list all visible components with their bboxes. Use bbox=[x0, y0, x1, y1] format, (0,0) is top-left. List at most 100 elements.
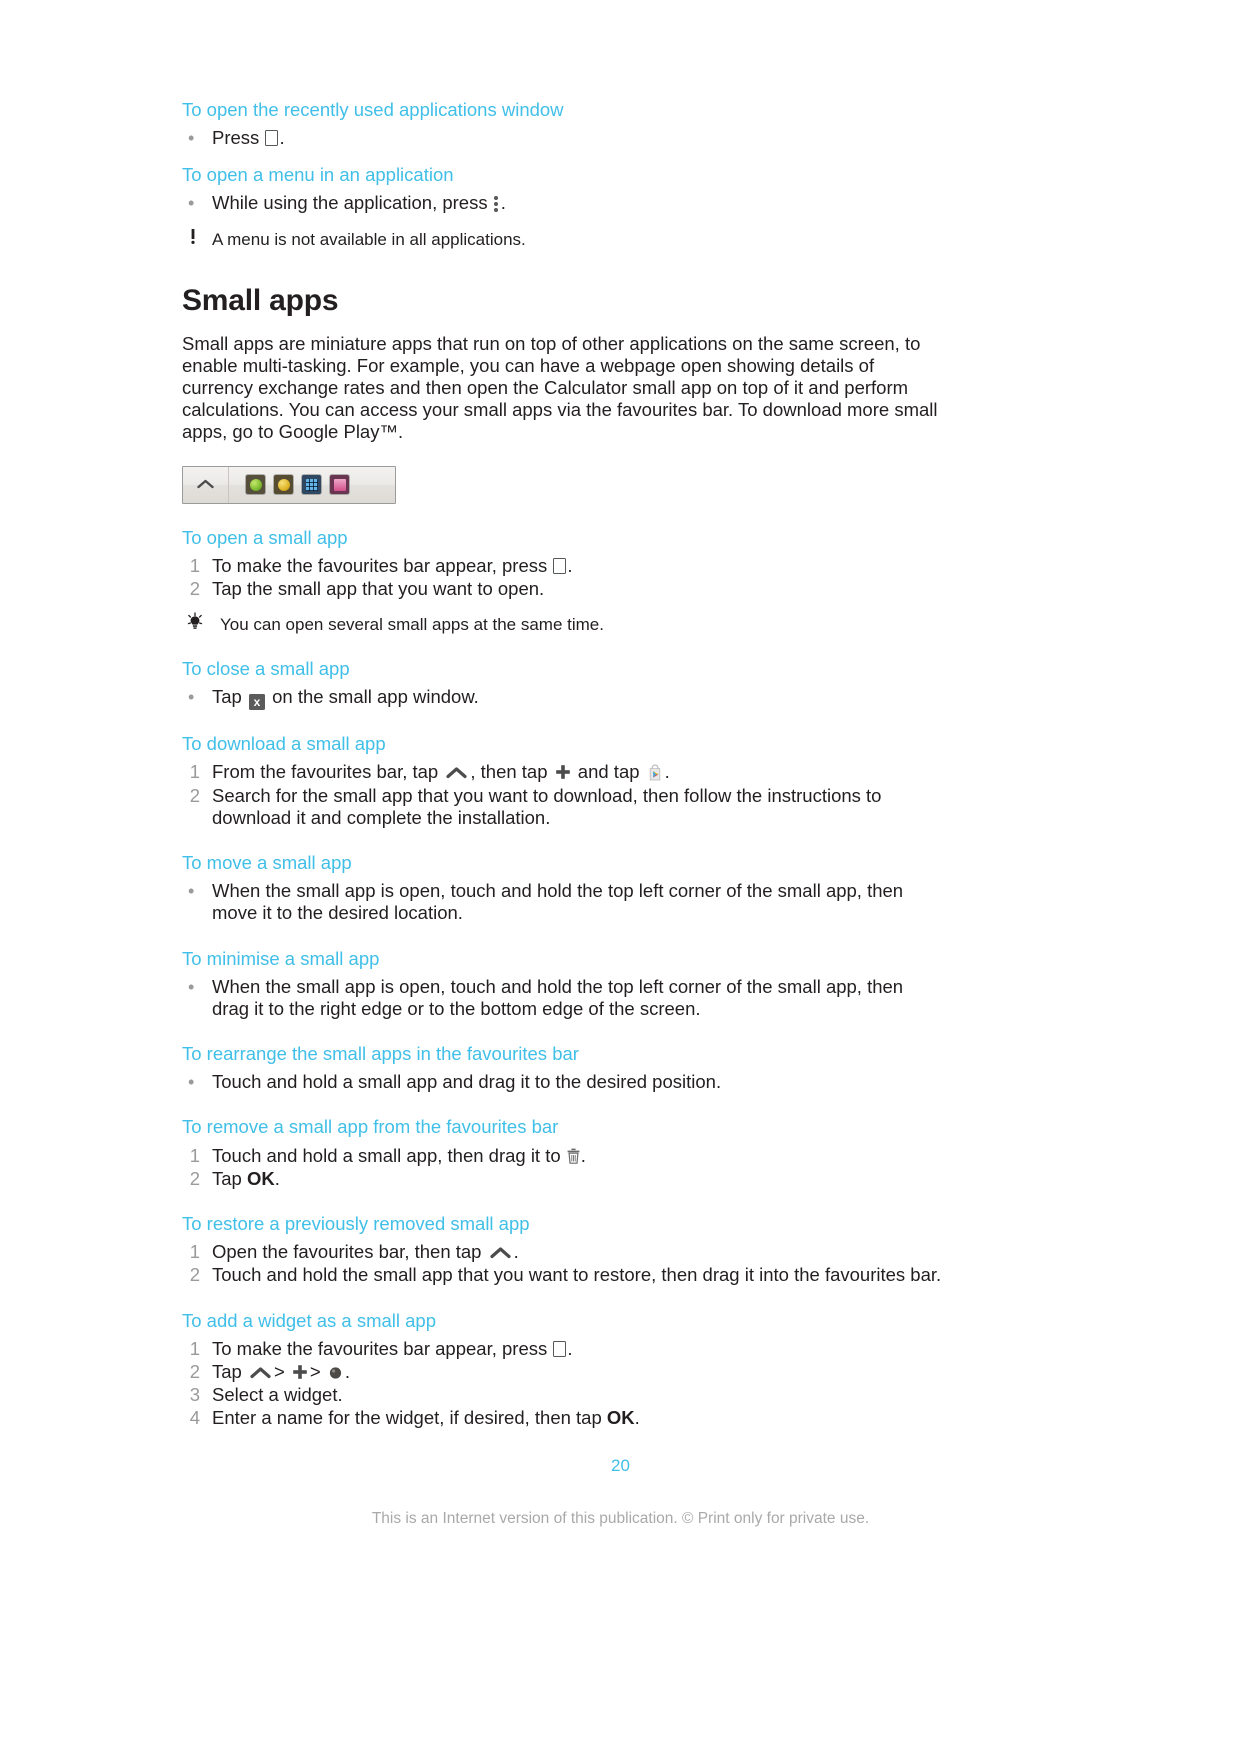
list-item: 2 Tap OK. bbox=[182, 1168, 942, 1190]
step-text: Open the favourites bar, then tap bbox=[212, 1241, 482, 1263]
bullet-list-recent-apps: • Press . bbox=[182, 127, 942, 149]
chevron-up-icon bbox=[197, 479, 214, 489]
bullet-list-minimise-small-app: • When the small app is open, touch and … bbox=[182, 976, 942, 1020]
app-icon-green[interactable] bbox=[246, 475, 265, 495]
step-text: Tap bbox=[212, 1167, 242, 1189]
step-text: Tap bbox=[212, 1360, 242, 1382]
step-number: 1 bbox=[189, 1337, 200, 1359]
list-item: 2 Touch and hold the small app that you … bbox=[182, 1264, 942, 1286]
step-text-end: . bbox=[279, 127, 285, 149]
step-text-end: . bbox=[513, 1241, 519, 1263]
section-restore-small-app: To restore a previously removed small ap… bbox=[182, 1212, 942, 1287]
app-icon-yellow[interactable] bbox=[274, 475, 293, 495]
step-text-end: . bbox=[634, 1407, 640, 1429]
page-content: To open the recently used applications w… bbox=[182, 98, 942, 1451]
step-text: , then tap bbox=[470, 761, 548, 783]
page-number: 20 bbox=[611, 1456, 630, 1475]
step-text: Select a widget. bbox=[212, 1384, 343, 1406]
step-text-end: . bbox=[500, 192, 506, 214]
step-text-end: . bbox=[580, 1144, 586, 1166]
steps-open-small-app: 1 To make the favourites bar appear, pre… bbox=[182, 555, 942, 600]
task-title-open-small-app: To open a small app bbox=[182, 526, 348, 548]
step-text: Tap the small app that you want to open. bbox=[212, 578, 545, 599]
bullet-list-rearrange-small-apps: • Touch and hold a small app and drag it… bbox=[182, 1071, 942, 1093]
step-text: Touch and hold a small app and drag it t… bbox=[212, 1071, 722, 1093]
step-text: Search for the small app that you want t… bbox=[212, 784, 882, 828]
section-recent-apps: To open the recently used applications w… bbox=[182, 98, 942, 149]
step-text: While using the application, press bbox=[212, 192, 488, 214]
step-text: Tap bbox=[212, 686, 242, 708]
section-add-widget: To add a widget as a small app 1 To make… bbox=[182, 1309, 942, 1430]
bullet-icon: • bbox=[188, 881, 195, 902]
list-item: 1 Touch and hold a small app, then drag … bbox=[182, 1145, 942, 1167]
favourites-bar bbox=[182, 465, 396, 504]
app-icon-pink[interactable] bbox=[330, 475, 349, 495]
trash-icon bbox=[567, 1147, 580, 1164]
steps-remove-small-app: 1 Touch and hold a small app, then drag … bbox=[182, 1145, 942, 1190]
list-item: • Press . bbox=[182, 127, 942, 149]
list-item: 3 Select a widget. bbox=[182, 1384, 942, 1406]
section-remove-small-app: To remove a small app from the favourite… bbox=[182, 1115, 942, 1190]
task-title-open-menu: To open a menu in an application bbox=[182, 164, 454, 186]
app-icon-calculator[interactable] bbox=[302, 475, 321, 495]
chevron-up-icon bbox=[446, 763, 467, 779]
plus-icon bbox=[555, 763, 571, 780]
close-icon: x bbox=[248, 694, 265, 711]
tip-lightbulb-icon bbox=[184, 612, 206, 637]
task-title-close-small-app: To close a small app bbox=[182, 658, 350, 680]
overflow-menu-key-icon bbox=[493, 195, 499, 213]
bullet-icon: • bbox=[188, 976, 195, 997]
step-separator: > bbox=[273, 1360, 285, 1382]
recent-apps-key-icon bbox=[265, 130, 279, 147]
favourites-bar-figure bbox=[182, 465, 942, 504]
bullet-icon: • bbox=[188, 687, 195, 708]
task-title-minimise-small-app: To minimise a small app bbox=[182, 947, 380, 969]
step-number: 1 bbox=[189, 554, 200, 576]
step-number: 4 bbox=[189, 1407, 200, 1429]
step-number: 3 bbox=[189, 1384, 200, 1406]
step-text: Enter a name for the widget, if desired,… bbox=[212, 1407, 602, 1429]
recent-apps-key-icon bbox=[553, 1340, 567, 1357]
step-number: 2 bbox=[189, 1264, 200, 1286]
section-rearrange-small-apps: To rearrange the small apps in the favou… bbox=[182, 1042, 942, 1093]
page-title: Small apps bbox=[182, 283, 339, 317]
steps-restore-small-app: 1 Open the favourites bar, then tap . 2 … bbox=[182, 1241, 942, 1286]
step-number: 2 bbox=[189, 1167, 200, 1189]
bullet-list-close-small-app: • Tap x on the small app window. bbox=[182, 686, 942, 711]
plus-icon bbox=[292, 1363, 308, 1379]
section-open-small-app: To open a small app 1 To make the favour… bbox=[182, 526, 942, 601]
note-text: You can open several small apps at the s… bbox=[220, 615, 604, 635]
steps-download-small-app: 1 From the favourites bar, tap , then ta… bbox=[182, 761, 942, 829]
warning-icon bbox=[182, 228, 204, 253]
section-minimise-small-app: To minimise a small app • When the small… bbox=[182, 947, 942, 1021]
task-title-move-small-app: To move a small app bbox=[182, 852, 352, 874]
section-small-apps: Small apps Small apps are miniature apps… bbox=[182, 284, 942, 444]
note-text: A menu is not available in all applicati… bbox=[212, 229, 526, 249]
step-text: When the small app is open, touch and ho… bbox=[212, 880, 904, 924]
chevron-up-icon bbox=[490, 1243, 511, 1259]
bullet-icon: • bbox=[188, 128, 195, 149]
step-text: To make the favourites bar appear, press bbox=[212, 1337, 548, 1359]
step-number: 2 bbox=[189, 784, 200, 806]
step-text: and tap bbox=[577, 761, 640, 783]
step-number: 1 bbox=[189, 761, 200, 783]
list-item: 2 Tap > > . bbox=[182, 1361, 942, 1383]
step-text-end: . bbox=[344, 1360, 351, 1382]
list-item: 1 Open the favourites bar, then tap . bbox=[182, 1241, 942, 1263]
step-text: Press bbox=[212, 127, 260, 149]
step-text: Touch and hold a small app, then drag it… bbox=[212, 1144, 561, 1166]
step-text-end: . bbox=[274, 1167, 280, 1189]
footer-note: This is an Internet version of this publ… bbox=[371, 1510, 870, 1527]
favourites-bar-expander bbox=[183, 466, 229, 503]
step-number: 2 bbox=[189, 578, 200, 599]
list-item: 1 To make the favourites bar appear, pre… bbox=[182, 1338, 942, 1360]
bullet-icon: • bbox=[188, 1072, 195, 1093]
section-open-menu: To open a menu in an application • While… bbox=[182, 163, 942, 214]
step-text-end: on the small app window. bbox=[272, 686, 479, 708]
list-item: • While using the application, press . bbox=[182, 192, 942, 214]
step-separator: > bbox=[309, 1360, 321, 1382]
ok-label: OK bbox=[246, 1167, 275, 1189]
google-play-icon bbox=[647, 764, 663, 781]
step-number: 1 bbox=[189, 1241, 200, 1263]
tip-several-small-apps: You can open several small apps at the s… bbox=[182, 612, 942, 637]
